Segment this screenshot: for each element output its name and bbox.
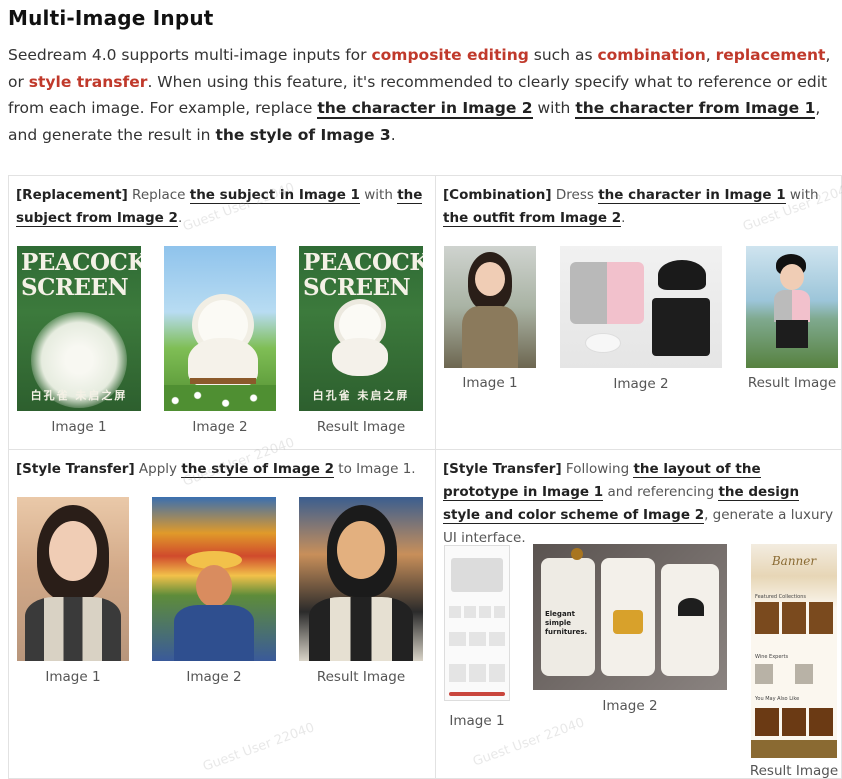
style-transfer-2-caption-2: Image 2: [602, 698, 658, 714]
replacement-image-1: PEACOCK SCREEN 白孔雀 未启之屏: [17, 246, 141, 411]
replacement-caption-2: Image 2: [192, 419, 248, 435]
style-transfer-2-caption-1: Image 1: [449, 713, 505, 729]
combination-caption-2: Image 2: [613, 376, 669, 392]
style-transfer-1-image-1: [17, 497, 129, 661]
style-transfer-1-caption-3: Result Image: [316, 669, 406, 685]
highlight-combination: combination: [597, 46, 706, 64]
style-transfer-1-caption-2: Image 2: [186, 669, 242, 685]
combination-image-2: [560, 246, 722, 368]
replacement-caption-1: Image 1: [51, 419, 107, 435]
style-transfer-1-image-2: [152, 497, 276, 661]
replacement-result-image: PEACOCK SCREEN 白孔雀 未启之屏: [299, 246, 423, 411]
style-transfer-cell-1: [Style Transfer] Apply the style of Imag…: [8, 449, 436, 779]
combination-caption-1: Image 1: [462, 375, 518, 391]
replacement-instruction: [Replacement] Replace the subject in Ima…: [16, 187, 423, 227]
page-title: Multi-Image Input: [8, 6, 214, 30]
combination-image-1: [444, 246, 536, 368]
style-transfer-1-instruction: [Style Transfer] Apply the style of Imag…: [16, 461, 416, 478]
combination-caption-3: Result Image: [747, 375, 837, 391]
style-transfer-2-instruction: [Style Transfer] Following the layout of…: [443, 461, 834, 546]
style-transfer-cell-2: [Style Transfer] Following the layout of…: [435, 449, 842, 779]
style-transfer-2-image-1: [444, 545, 510, 701]
replacement-caption-3: Result Image: [316, 419, 406, 435]
combination-result-image: [746, 246, 838, 368]
style-transfer-1-result-image: [299, 497, 423, 661]
intro-paragraph: Seedream 4.0 supports multi-image inputs…: [8, 46, 831, 144]
combination-instruction: [Combination] Dress the character in Ima…: [443, 187, 819, 227]
combination-cell: [Combination] Dress the character in Ima…: [435, 175, 842, 450]
highlight-composite-editing: composite editing: [371, 46, 529, 64]
style-transfer-1-caption-1: Image 1: [45, 669, 101, 685]
replacement-image-2: [164, 246, 276, 411]
highlight-replacement: replacement: [715, 46, 826, 64]
style-transfer-2-result-image: Banner Featured Collections Wine Experts…: [751, 544, 837, 758]
replacement-cell: [Replacement] Replace the subject in Ima…: [8, 175, 436, 450]
style-transfer-2-image-2: Elegant simple furnitures.: [533, 544, 727, 690]
style-transfer-2-caption-3: Result Image: [749, 763, 839, 779]
highlight-style-transfer: style transfer: [28, 72, 148, 91]
